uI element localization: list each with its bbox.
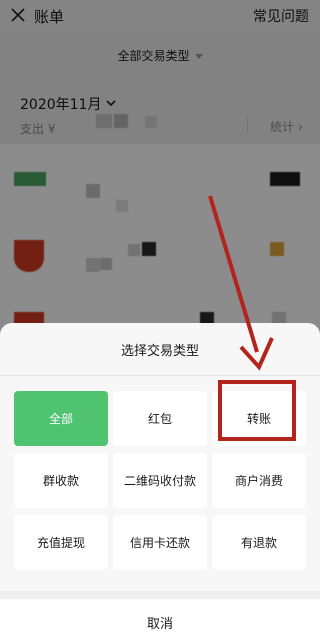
divider <box>0 591 320 599</box>
option-label: 红包 <box>147 412 172 426</box>
divider <box>0 375 320 376</box>
option-label: 商户消费 <box>234 474 283 488</box>
option-qr-payment[interactable]: 二维码收付款 <box>113 453 207 508</box>
option-all[interactable]: 全部 <box>14 391 108 446</box>
option-label: 充值提现 <box>36 536 85 550</box>
transaction-type-sheet: 选择交易类型 全部 红包 转账 群收款 二维码收付款 商户消费 充值提现 信用卡… <box>0 323 320 641</box>
sheet-title: 选择交易类型 <box>120 344 199 359</box>
option-label: 二维码收付款 <box>123 474 196 488</box>
highlight-box <box>218 380 296 441</box>
option-label: 有退款 <box>240 536 277 550</box>
option-label: 群收款 <box>42 474 79 488</box>
option-group-collect[interactable]: 群收款 <box>14 453 108 508</box>
option-credit-card[interactable]: 信用卡还款 <box>113 515 207 570</box>
option-label: 全部 <box>48 412 73 426</box>
option-merchant[interactable]: 商户消费 <box>212 453 306 508</box>
option-red-packet[interactable]: 红包 <box>113 391 207 446</box>
option-topup-withdraw[interactable]: 充值提现 <box>14 515 108 570</box>
option-refund[interactable]: 有退款 <box>212 515 306 570</box>
cancel-button[interactable]: 取消 <box>0 599 320 641</box>
cancel-label: 取消 <box>146 617 173 632</box>
option-label: 信用卡还款 <box>129 536 190 550</box>
